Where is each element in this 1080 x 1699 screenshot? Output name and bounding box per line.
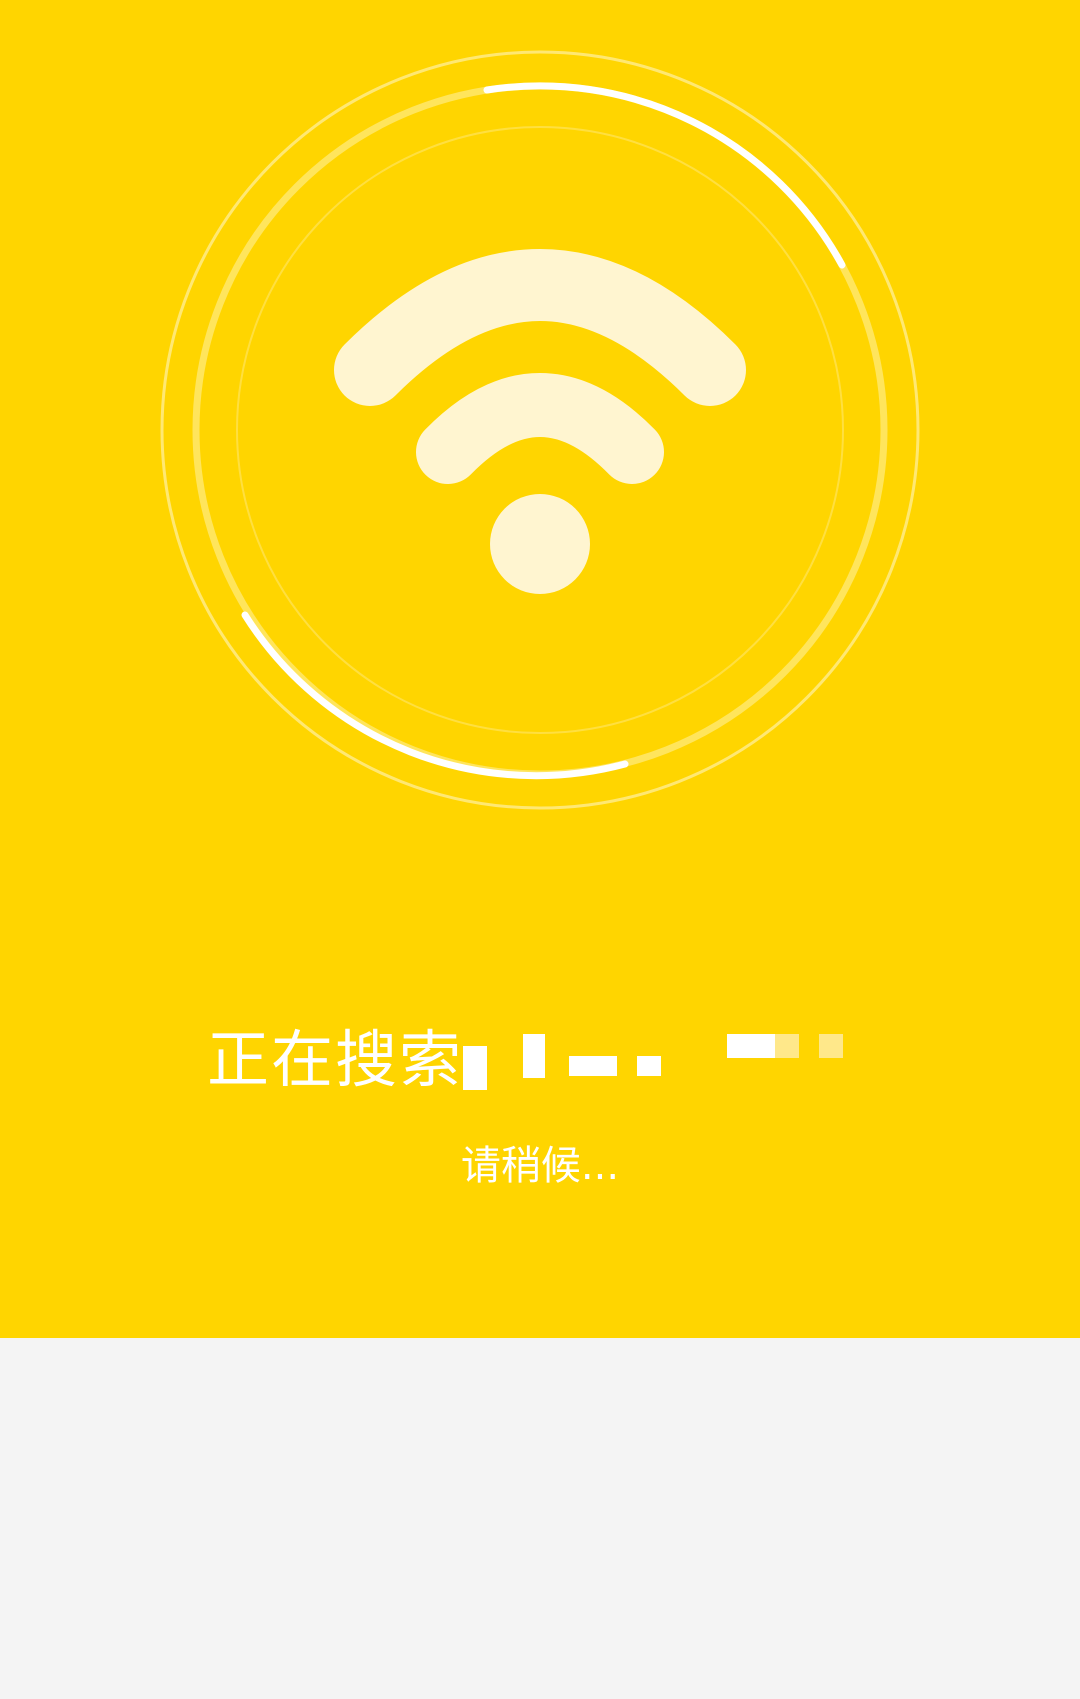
scan-hero-panel: 正在搜索 请稍候... xyxy=(0,0,1080,1338)
searching-title: 正在搜索 xyxy=(0,1020,1080,1100)
bottom-empty-area xyxy=(0,1338,1080,1699)
wifi-scan-screen: 正在搜索 请稍候... xyxy=(0,0,1080,1699)
wifi-icon xyxy=(334,249,746,484)
searching-title-text: 正在搜索 xyxy=(206,1023,463,1096)
please-wait-text: 请稍候... xyxy=(460,1143,620,1189)
title-render-artifact xyxy=(463,1020,873,1100)
scanning-ring-icon xyxy=(150,40,930,820)
